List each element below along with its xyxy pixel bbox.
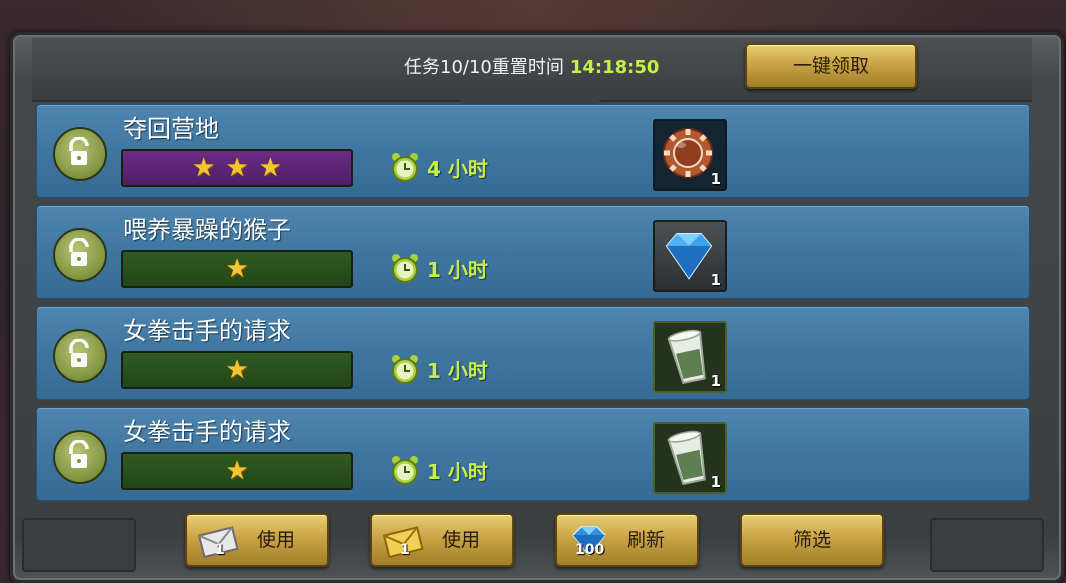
star-icon: ★ xyxy=(258,153,282,183)
gem-count: 100 xyxy=(575,542,605,558)
reward-item[interactable]: 1 xyxy=(653,220,727,292)
star-icon: ★ xyxy=(192,153,216,183)
star-icon: ★ xyxy=(225,456,249,486)
reward-count: 1 xyxy=(710,473,721,491)
filter-button[interactable]: 筛选 xyxy=(740,513,884,567)
task-list: 夺回营地 ★ ★ ★ 4 小时 1 喂养暴躁的猴子 ★ 1 小时 1 女拳击手的… xyxy=(36,104,1030,501)
alarm-clock-icon xyxy=(392,153,418,182)
star-icon: ★ xyxy=(225,153,249,183)
reward-item[interactable]: 1 xyxy=(653,119,727,191)
task-row[interactable]: 女拳击手的请求 ★ 1 小时 1 xyxy=(36,306,1030,400)
task-title: 喂养暴躁的猴子 xyxy=(123,216,291,244)
button-label: 筛选 xyxy=(792,529,831,551)
difficulty-stars: ★ xyxy=(121,250,353,288)
unlock-icon[interactable] xyxy=(53,430,107,484)
use-white-envelope-button[interactable]: 1 使用 xyxy=(185,513,329,567)
task-status: 任务10/10重置时间 14:18:50 xyxy=(404,56,659,80)
use-gold-envelope-button[interactable]: 1 使用 xyxy=(370,513,514,567)
task-duration: 1 小时 xyxy=(427,258,488,282)
alarm-clock-icon xyxy=(392,355,418,384)
task-duration: 4 小时 xyxy=(427,157,488,181)
difficulty-stars: ★ xyxy=(121,452,353,490)
item-count: 1 xyxy=(400,542,410,558)
reward-item[interactable]: 1 xyxy=(653,422,727,494)
difficulty-stars: ★ xyxy=(121,351,353,389)
task-title: 女拳击手的请求 xyxy=(123,317,291,345)
star-icon: ★ xyxy=(225,254,249,284)
alarm-clock-icon xyxy=(392,456,418,485)
task-count-label: 任务10/10重置时间 xyxy=(404,57,564,78)
unlock-icon[interactable] xyxy=(53,228,107,282)
claim-all-button[interactable]: 一键领取 xyxy=(745,43,917,89)
task-row[interactable]: 喂养暴躁的猴子 ★ 1 小时 1 xyxy=(36,205,1030,299)
footer-side-panel-right xyxy=(930,518,1044,572)
reward-item[interactable]: 1 xyxy=(653,321,727,393)
unlock-icon[interactable] xyxy=(53,329,107,383)
button-label: 刷新 xyxy=(627,529,666,551)
reward-count: 1 xyxy=(710,170,721,188)
task-row[interactable]: 夺回营地 ★ ★ ★ 4 小时 1 xyxy=(36,104,1030,198)
refresh-button[interactable]: 100 刷新 xyxy=(555,513,699,567)
button-label: 使用 xyxy=(442,529,481,551)
task-duration: 1 小时 xyxy=(427,359,488,383)
alarm-clock-icon xyxy=(392,254,418,283)
task-row[interactable]: 女拳击手的请求 ★ 1 小时 1 xyxy=(36,407,1030,501)
task-title: 女拳击手的请求 xyxy=(123,418,291,446)
reward-count: 1 xyxy=(710,372,721,390)
unlock-icon[interactable] xyxy=(53,127,107,181)
footer-side-panel-left xyxy=(22,518,136,572)
task-duration: 1 小时 xyxy=(427,460,488,484)
star-icon: ★ xyxy=(225,355,249,385)
button-label: 使用 xyxy=(257,529,296,551)
reward-count: 1 xyxy=(710,271,721,289)
task-title: 夺回营地 xyxy=(123,115,219,143)
difficulty-stars: ★ ★ ★ xyxy=(121,149,353,187)
reset-timer: 14:18:50 xyxy=(569,57,660,78)
item-count: 1 xyxy=(215,542,225,558)
